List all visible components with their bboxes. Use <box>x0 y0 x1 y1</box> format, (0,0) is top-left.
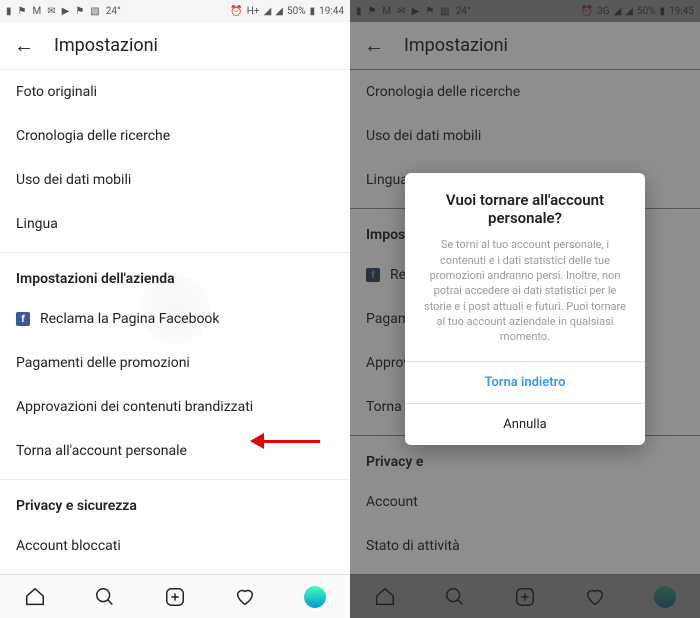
nav-heart-icon[interactable] <box>210 575 280 618</box>
bottom-nav <box>0 574 350 618</box>
item-label: Reclama la Pagina Facebook <box>40 311 220 327</box>
dialog-primary-button[interactable]: Torna indietro <box>405 361 645 403</box>
location-icon-2: ⚑ <box>75 6 84 17</box>
dialog-body: Se torni al tuo account personale, i con… <box>405 237 645 361</box>
item-foto-originali[interactable]: Foto originali <box>0 70 350 114</box>
location-icon: ⚑ <box>18 6 27 17</box>
gmail-icon: M <box>32 6 41 17</box>
time-label: 19:44 <box>319 6 344 17</box>
status-bar: ▮ ⚑ M ✉ ▶ ⚑ ▧ 24° ⏰ H+ ◢ ◢ 50% ▮ 19:44 <box>0 0 350 22</box>
right-screen: ▮ ⚑ M ✉ ▶ ⚑ ▧ 24° ⏰ 3G ◢ ◢ 50% ▮ 19:45 ←… <box>350 0 700 618</box>
facebook-icon: f <box>16 312 30 326</box>
signal-icon-2: ◢ <box>275 6 283 17</box>
section-azienda-header: Impostazioni dell'azienda <box>0 252 350 297</box>
page-title: Impostazioni <box>54 35 158 56</box>
network-label: H+ <box>247 6 260 17</box>
item-dati-mobili[interactable]: Uso dei dati mobili <box>0 158 350 202</box>
battery-icon: ▮ <box>310 6 316 17</box>
dialog-cancel-button[interactable]: Annulla <box>405 403 645 445</box>
nav-search-icon[interactable] <box>70 575 140 618</box>
item-account-bloccati[interactable]: Account bloccati <box>0 524 350 568</box>
alarm-icon: ⏰ <box>230 6 242 17</box>
modal-overlay: Vuoi tornare all'account personale? Se t… <box>350 0 700 618</box>
nav-add-icon[interactable] <box>140 575 210 618</box>
signal-icon: ◢ <box>264 6 272 17</box>
left-screen: ▮ ⚑ M ✉ ▶ ⚑ ▧ 24° ⏰ H+ ◢ ◢ 50% ▮ 19:44 ←… <box>0 0 350 618</box>
mail-icon: ✉ <box>47 6 55 17</box>
item-lingua[interactable]: Lingua <box>0 202 350 246</box>
item-pagamenti-promozioni[interactable]: Pagamenti delle promozioni <box>0 341 350 385</box>
item-reclama-facebook[interactable]: f Reclama la Pagina Facebook <box>0 297 350 341</box>
settings-list[interactable]: Foto originali Cronologia delle ricerche… <box>0 70 350 574</box>
image-icon: ▧ <box>90 6 99 17</box>
item-cronologia-ricerche[interactable]: Cronologia delle ricerche <box>0 114 350 158</box>
item-approvazioni-contenuti[interactable]: Approvazioni dei contenuti brandizzati <box>0 385 350 429</box>
section-privacy-header: Privacy e sicurezza <box>0 479 350 524</box>
battery-label: 50% <box>287 6 306 17</box>
nav-home-icon[interactable] <box>0 575 70 618</box>
header: ← Impostazioni <box>0 22 350 70</box>
nav-profile-icon[interactable] <box>280 575 350 618</box>
confirm-dialog: Vuoi tornare all'account personale? Se t… <box>405 173 645 445</box>
temp-label: 24° <box>106 6 121 17</box>
item-torna-account-personale[interactable]: Torna all'account personale <box>0 429 350 473</box>
back-arrow-icon[interactable]: ← <box>14 33 34 58</box>
play-icon: ▶ <box>62 6 70 17</box>
fb-status-icon: ▮ <box>6 6 12 17</box>
dialog-title: Vuoi tornare all'account personale? <box>405 173 645 237</box>
